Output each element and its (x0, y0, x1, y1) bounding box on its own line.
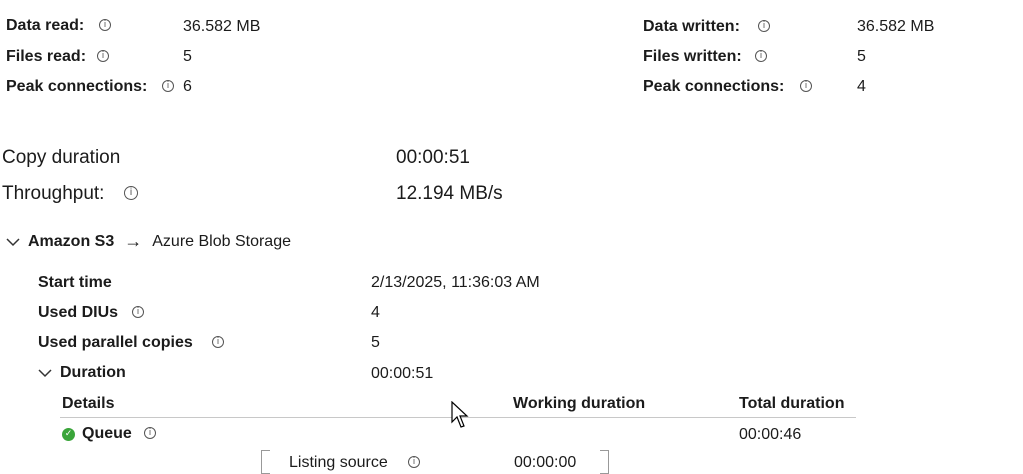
info-icon[interactable]: i (755, 50, 767, 62)
queue-label: Queue (82, 425, 132, 442)
files-read-value: 5 (183, 48, 192, 65)
peak-connections-label: Peak connections: (643, 78, 785, 95)
peak-connections-value: 4 (857, 78, 866, 95)
files-written-value: 5 (857, 48, 866, 65)
check-circle-icon: ✓ (62, 428, 75, 441)
info-icon[interactable]: i (124, 186, 138, 200)
listing-source-working-duration: 00:00:00 (514, 454, 577, 471)
listing-bracket-right (600, 450, 609, 474)
info-icon[interactable]: i (408, 456, 420, 468)
chevron-down-icon[interactable] (38, 368, 52, 378)
listing-bracket-left (261, 450, 270, 474)
route-destination: Azure Blob Storage (152, 232, 291, 250)
used-dius-value: 4 (371, 304, 380, 321)
duration-label: Duration (60, 364, 126, 381)
table-header-details: Details (62, 395, 115, 412)
duration-value: 00:00:51 (371, 365, 434, 382)
peak-connections-value: 6 (183, 78, 192, 95)
copy-duration-value: 00:00:51 (396, 147, 470, 168)
info-icon[interactable]: i (758, 20, 770, 32)
table-header-working-duration: Working duration (513, 395, 646, 412)
data-written-value: 36.582 MB (857, 18, 935, 35)
start-time-label: Start time (38, 274, 112, 291)
data-read-value: 36.582 MB (183, 18, 261, 35)
info-icon[interactable]: i (97, 50, 109, 62)
queue-total-duration: 00:00:46 (739, 426, 802, 443)
used-parallel-copies-value: 5 (371, 334, 380, 351)
route-source: Amazon S3 (28, 232, 115, 250)
chevron-down-icon[interactable] (6, 237, 20, 247)
info-icon[interactable]: i (800, 80, 812, 92)
peak-connections-label: Peak connections: (6, 78, 148, 95)
used-parallel-copies-label: Used parallel copies (38, 334, 193, 351)
throughput-value: 12.194 MB/s (396, 183, 503, 204)
data-read-label: Data read: (6, 17, 85, 34)
info-icon[interactable]: i (162, 80, 174, 92)
table-header-total-duration: Total duration (739, 395, 845, 412)
listing-source-label: Listing source (289, 454, 388, 471)
data-written-label: Data written: (643, 18, 740, 35)
copy-duration-label: Copy duration (2, 147, 121, 168)
start-time-value: 2/13/2025, 11:36:03 AM (371, 274, 540, 291)
files-read-label: Files read: (6, 48, 87, 65)
info-icon[interactable]: i (212, 336, 224, 348)
info-icon[interactable]: i (132, 306, 144, 318)
info-icon[interactable]: i (99, 19, 111, 31)
used-dius-label: Used DIUs (38, 304, 119, 321)
mouse-pointer-icon (451, 401, 469, 428)
info-icon[interactable]: i (144, 427, 156, 439)
arrow-right-icon: → (124, 231, 143, 251)
throughput-label: Throughput: (2, 183, 105, 204)
route-header[interactable]: Amazon S3 → Azure Blob Storage (6, 231, 291, 252)
duration-toggle[interactable]: Duration (38, 364, 126, 382)
files-written-label: Files written: (643, 48, 742, 65)
